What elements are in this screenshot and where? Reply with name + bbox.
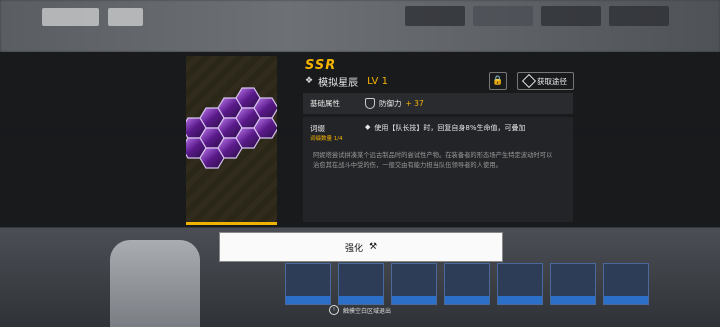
defense-stat: 防御力 + 37 — [365, 98, 424, 109]
shield-icon — [365, 98, 375, 109]
back-button-bg — [42, 8, 99, 26]
item-name-row: ❖ 模拟星辰 LV 1 — [305, 74, 388, 89]
info-icon: ! — [328, 305, 339, 315]
lock-icon: 🔒 — [492, 76, 504, 86]
affix-title: 词缀 — [310, 124, 325, 133]
exit-hint-text: 触摸空白区域退出 — [342, 307, 391, 315]
affix-section: 词缀 词缀数量 1/4 ◆ 使用【队长技】时，回复自身8%生命值，可叠加 阿妮塔… — [303, 117, 573, 222]
item-level: LV 1 — [367, 75, 388, 87]
bg-card — [550, 263, 596, 305]
bg-tab-2 — [473, 6, 533, 26]
hammer-icon: ⚒ — [368, 242, 378, 252]
hexagon-crystal-icon — [186, 87, 277, 169]
bg-card — [444, 263, 490, 305]
bg-card — [497, 263, 543, 305]
item-name: 模拟星辰 — [318, 77, 359, 89]
exit-hint: ! 触摸空白区域退出 — [0, 305, 720, 315]
base-attribute-row: 基础属性 防御力 + 37 — [303, 93, 573, 114]
home-button-bg — [108, 8, 143, 26]
get-path-label: 获取途径 — [537, 76, 567, 86]
source-icon — [521, 73, 537, 89]
get-path-button[interactable]: 获取途径 — [517, 72, 574, 90]
rarity-label: SSR — [305, 58, 337, 73]
item-image — [186, 56, 277, 225]
item-description: 阿妮塔尝试拼凑某个远古制品时的尝试性产物。在装备者的形态场产生特定波动时可以治愈… — [313, 152, 553, 169]
bg-tab-4 — [609, 6, 669, 26]
diamond-bullet-icon: ◆ — [365, 123, 371, 131]
bg-card — [338, 263, 384, 305]
affix-effect-text: 使用【队长技】时，回复自身8%生命值，可叠加 — [374, 124, 526, 132]
enhance-button[interactable]: 强化 ⚒ — [219, 232, 503, 262]
enhance-label: 强化 — [344, 243, 363, 254]
affix-effect: ◆ 使用【队长技】时，回复自身8%生命值，可叠加 — [365, 123, 526, 133]
lock-button[interactable]: 🔒 — [489, 72, 507, 90]
bg-card — [285, 263, 331, 305]
base-attribute-label: 基础属性 — [310, 99, 340, 108]
stat-bonus: + 37 — [405, 99, 424, 108]
paw-icon: ❖ — [305, 76, 314, 86]
affix-count: 词缀数量 1/4 — [310, 136, 343, 142]
bg-card — [391, 263, 437, 305]
bg-tab-1 — [405, 6, 465, 26]
stat-name: 防御力 — [379, 99, 402, 108]
bg-card — [603, 263, 649, 305]
bg-tab-3 — [541, 6, 601, 26]
